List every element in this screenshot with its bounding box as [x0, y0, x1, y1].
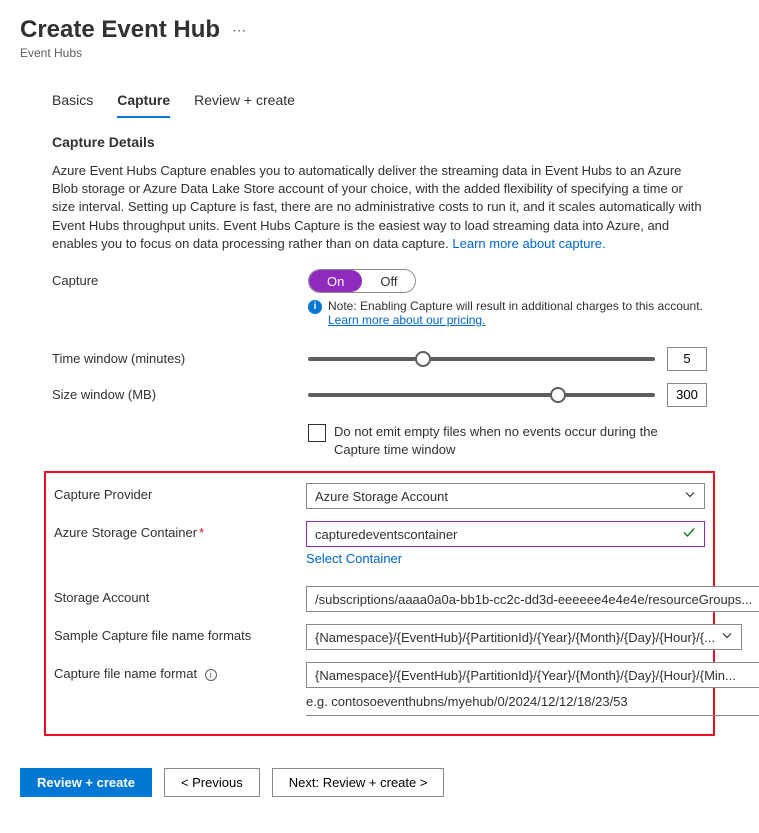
subtitle: Event Hubs	[20, 46, 739, 60]
empty-files-label: Do not emit empty files when no events o…	[334, 423, 707, 459]
sample-formats-label: Sample Capture file name formats	[54, 624, 306, 643]
size-window-slider[interactable]	[308, 393, 655, 397]
chevron-down-icon	[721, 630, 733, 645]
storage-account-input[interactable]: /subscriptions/aaaa0a0a-bb1b-cc2c-dd3d-e…	[306, 586, 759, 612]
container-label: Azure Storage Container*	[54, 521, 306, 540]
select-container-link[interactable]: Select Container	[306, 551, 705, 566]
highlight-box: Capture Provider Azure Storage Account A…	[44, 471, 715, 736]
tab-review-create[interactable]: Review + create	[194, 92, 295, 118]
capture-toggle[interactable]: On Off	[308, 269, 416, 293]
learn-more-capture-link[interactable]: Learn more about capture.	[452, 236, 605, 251]
chevron-down-icon	[684, 489, 696, 504]
size-window-value[interactable]	[667, 383, 707, 407]
next-button[interactable]: Next: Review + create >	[272, 768, 445, 797]
sample-formats-select[interactable]: {Namespace}/{EventHub}/{PartitionId}/{Ye…	[306, 624, 742, 650]
provider-select[interactable]: Azure Storage Account	[306, 483, 705, 509]
pricing-link[interactable]: Learn more about our pricing.	[328, 313, 485, 327]
review-create-button[interactable]: Review + create	[20, 768, 152, 797]
previous-button[interactable]: < Previous	[164, 768, 260, 797]
container-input[interactable]: capturedeventscontainer	[306, 521, 705, 547]
tabs: Basics Capture Review + create	[0, 68, 759, 118]
file-format-input[interactable]: {Namespace}/{EventHub}/{PartitionId}/{Ye…	[306, 662, 759, 688]
tab-basics[interactable]: Basics	[52, 92, 93, 118]
time-window-thumb[interactable]	[415, 351, 431, 367]
time-window-slider[interactable]	[308, 357, 655, 361]
info-icon: i	[308, 300, 322, 314]
capture-note: Note: Enabling Capture will result in ad…	[328, 299, 703, 313]
file-format-label: Capture file name format i	[54, 662, 306, 681]
section-title: Capture Details	[52, 134, 707, 150]
page-title: Create Event Hub	[20, 16, 220, 44]
time-window-label: Time window (minutes)	[52, 347, 308, 366]
size-window-thumb[interactable]	[550, 387, 566, 403]
tab-capture[interactable]: Capture	[117, 92, 170, 118]
provider-label: Capture Provider	[54, 483, 306, 502]
toggle-off[interactable]: Off	[362, 270, 415, 292]
capture-label: Capture	[52, 269, 308, 288]
toggle-on[interactable]: On	[309, 270, 362, 292]
section-description: Azure Event Hubs Capture enables you to …	[52, 162, 707, 253]
time-window-value[interactable]	[667, 347, 707, 371]
storage-account-label: Storage Account	[54, 586, 306, 605]
info-outline-icon[interactable]: i	[205, 669, 217, 681]
size-window-label: Size window (MB)	[52, 383, 308, 402]
more-icon[interactable]: ⋯	[232, 22, 247, 39]
check-icon	[682, 526, 696, 543]
file-format-example: e.g. contosoeventhubns/myehub/0/2024/12/…	[306, 694, 759, 716]
empty-files-checkbox[interactable]	[308, 424, 326, 442]
